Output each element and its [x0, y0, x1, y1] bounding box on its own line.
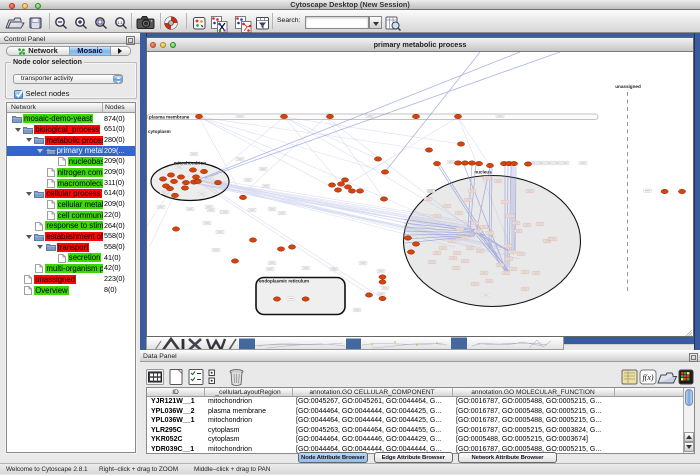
- svg-text:f(x): f(x): [642, 373, 653, 382]
- svg-text:endoplasmic reticulum: endoplasmic reticulum: [259, 278, 309, 283]
- svg-text:cytoplasm: cytoplasm: [148, 129, 171, 134]
- svg-text:unassigned: unassigned: [615, 84, 641, 89]
- svg-text:1:1: 1:1: [117, 20, 123, 25]
- svg-text:mitochondrion: mitochondrion: [174, 160, 206, 165]
- svg-text:plasma membrane: plasma membrane: [149, 114, 190, 119]
